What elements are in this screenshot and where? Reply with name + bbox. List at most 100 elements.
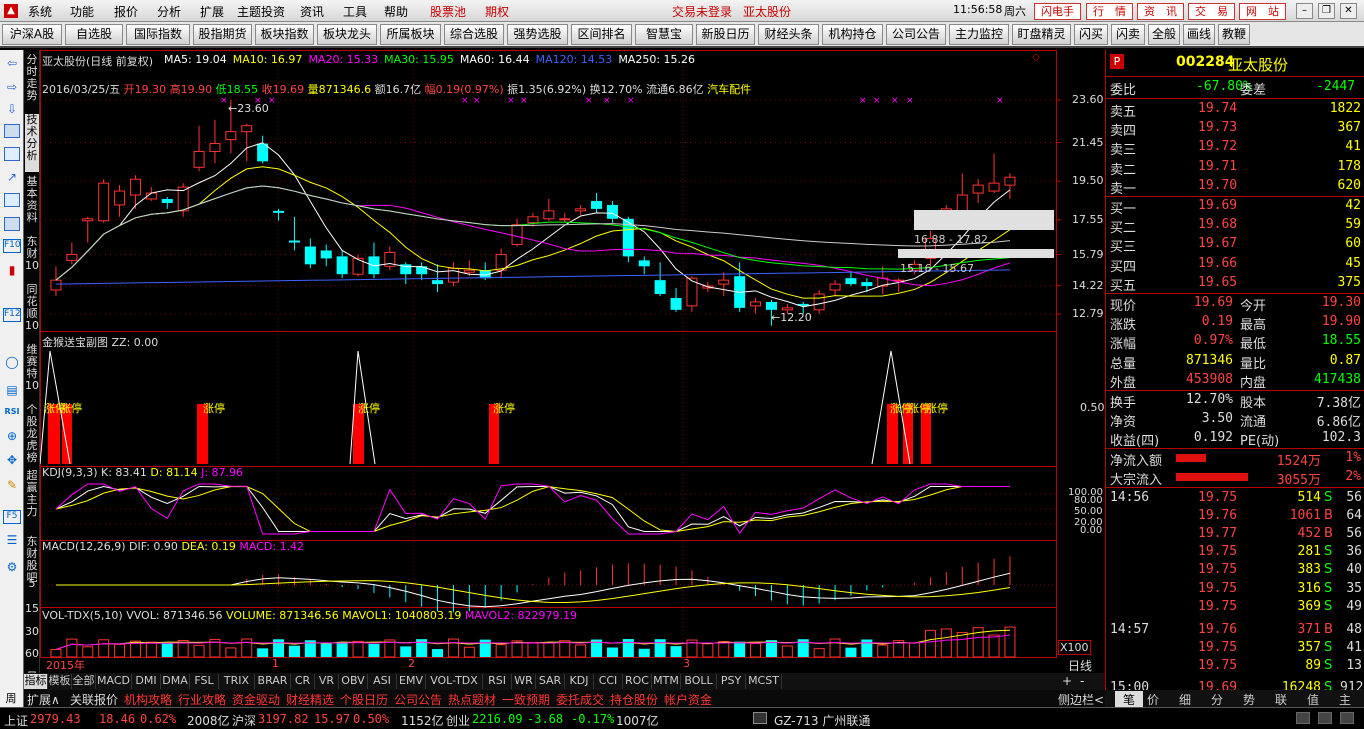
toolbar-button-sector-leader[interactable]: 板块龙头 <box>317 24 377 45</box>
close-icon[interactable]: ✕ <box>1340 3 1357 19</box>
arrow-down-icon[interactable]: ⇩ <box>4 102 20 116</box>
extension-tab[interactable]: 关联报价 <box>70 691 118 708</box>
candle-body[interactable] <box>66 253 78 261</box>
indicator-tab[interactable]: BRAR <box>255 674 291 689</box>
f5-icon[interactable]: F5 <box>3 510 21 524</box>
toolbar-button-institution[interactable]: 机构持仓 <box>822 24 883 45</box>
calculator-icon[interactable] <box>4 217 20 231</box>
indicator-tab[interactable]: FSL <box>190 674 219 689</box>
toolbar-button-main-monitor[interactable]: 主力监控 <box>949 24 1009 45</box>
menu-function[interactable]: 功能 <box>70 3 94 20</box>
tab-technical[interactable]: 技术分析 <box>25 114 39 172</box>
candle-body[interactable] <box>559 218 571 221</box>
candle-body[interactable] <box>98 182 110 222</box>
indicator-tab[interactable]: ROC <box>623 674 652 689</box>
quote-tab[interactable]: 细 <box>1179 691 1191 708</box>
restore-icon[interactable]: ❐ <box>1318 3 1335 19</box>
candle-body[interactable] <box>82 218 94 222</box>
indicator-tab[interactable]: PSY <box>717 674 746 689</box>
candle-body[interactable] <box>336 256 348 275</box>
sidebar-toggle[interactable]: 侧边栏< <box>1058 691 1104 708</box>
website-button[interactable]: 网 站 <box>1239 3 1286 20</box>
indicator-tab[interactable]: CR <box>291 674 315 689</box>
move-icon[interactable]: ✥ <box>4 453 20 467</box>
candle-body[interactable] <box>273 210 285 213</box>
extension-tab[interactable]: 一致预期 <box>502 691 550 708</box>
candle-body[interactable] <box>193 150 205 168</box>
server-label[interactable]: GZ-713 广州联通 <box>774 712 870 729</box>
candle-body[interactable] <box>209 143 221 152</box>
circle-icon[interactable]: ◯ <box>4 355 20 369</box>
extension-tab[interactable]: 个股日历 <box>340 691 388 708</box>
quote-tab[interactable]: 值 <box>1307 691 1319 708</box>
flash-trade-button[interactable]: 闪电手 <box>1034 3 1081 20</box>
quote-tab[interactable]: 联 <box>1275 691 1287 708</box>
candle-body[interactable] <box>972 184 984 194</box>
settings-icon[interactable]: ⚙ <box>4 560 20 574</box>
arrow-left-icon[interactable]: ⇦ <box>4 56 20 70</box>
indicator-tab[interactable]: WR <box>512 674 536 689</box>
extension-tab[interactable]: 财经精选 <box>286 691 334 708</box>
indicator-tab[interactable]: MACD <box>96 674 132 689</box>
candle-body[interactable] <box>845 278 857 285</box>
indicator-tab[interactable]: OBV <box>339 674 368 689</box>
toolbar-button-sector-index[interactable]: 板块指数 <box>255 24 314 45</box>
indicator-tab[interactable]: VOL-TDX <box>426 674 483 689</box>
menu-quote[interactable]: 报价 <box>114 3 138 20</box>
arrow-right-icon[interactable]: ⇨ <box>4 80 20 94</box>
candle-body[interactable] <box>543 210 555 220</box>
status-sh-label[interactable]: 上证 <box>4 712 28 729</box>
toolbar-button-intl-index[interactable]: 国际指数 <box>126 24 190 45</box>
period-label[interactable]: 日线 <box>1068 657 1092 674</box>
toolbar-button-headlines[interactable]: 财经头条 <box>758 24 819 45</box>
toolbar-button-announcements[interactable]: 公司公告 <box>886 24 946 45</box>
line-chart-icon[interactable]: ↗ <box>4 170 20 184</box>
menu-tools[interactable]: 工具 <box>343 3 367 20</box>
add-indicator-icon[interactable]: + <box>1062 674 1072 688</box>
indicator-tab[interactable]: 指标 <box>24 674 48 689</box>
indicator-tab[interactable]: TRIX <box>219 674 255 689</box>
pen-icon[interactable]: ✎ <box>4 478 20 492</box>
tab-ths-f10[interactable]: 同花顺10 <box>25 284 39 340</box>
candle-body[interactable] <box>988 182 1000 192</box>
candle-body[interactable] <box>432 280 444 285</box>
list-icon[interactable] <box>4 124 20 138</box>
toolbar-button-stock-screener[interactable]: 综合选股 <box>444 24 504 45</box>
menu-analysis[interactable]: 分析 <box>157 3 181 20</box>
extension-tab[interactable]: 帐户资金 <box>664 691 712 708</box>
candle-body[interactable] <box>161 198 173 203</box>
menu-news[interactable]: 资讯 <box>300 3 324 20</box>
period-30min[interactable]: 30 <box>25 626 39 640</box>
candle-body[interactable] <box>129 178 141 196</box>
indicator-tab[interactable]: DMI <box>132 674 161 689</box>
extension-tab[interactable]: 委托成交 <box>556 691 604 708</box>
minimize-icon[interactable]: – <box>1296 3 1313 19</box>
extension-tab[interactable]: 持仓股份 <box>610 691 658 708</box>
candle-body[interactable] <box>718 279 730 285</box>
candle-body[interactable] <box>606 204 618 219</box>
tab-intraday[interactable]: 分时走势 <box>25 54 39 110</box>
chart-area[interactable]: × × × × × × × × × × × × × × × 亚太股份(日线 前复权) MA5: 19.04 M… <box>40 50 1105 690</box>
f12-icon[interactable]: F12 <box>3 308 21 322</box>
candle-body[interactable] <box>50 279 62 291</box>
extension-tab[interactable]: 机构攻略 <box>124 691 172 708</box>
zoom-icon[interactable]: ⊕ <box>4 429 20 443</box>
candle-body[interactable] <box>241 125 253 133</box>
chart-svg[interactable]: × × × × × × × × × × × × × × × <box>40 50 1105 690</box>
market-button[interactable]: 行 情 <box>1086 3 1133 20</box>
candle-body[interactable] <box>638 260 650 267</box>
indicator-tab[interactable]: VR <box>315 674 339 689</box>
indicator-tab[interactable]: DMA <box>161 674 190 689</box>
tab-eastmoney-f10[interactable]: 东财10 <box>25 236 39 280</box>
toolbar-button-pointer[interactable]: 教鞭 <box>1218 24 1250 45</box>
tab-super-main[interactable]: 超赢主力 <box>25 470 39 532</box>
candle-body[interactable] <box>765 301 777 310</box>
candle-icon[interactable]: ▮ <box>4 263 20 277</box>
indicator-tab[interactable]: CCI <box>594 674 623 689</box>
toolbar-button-index-futures[interactable]: 股指期货 <box>193 24 252 45</box>
indicator-tab[interactable]: MTM <box>652 674 681 689</box>
extension-tab[interactable]: 行业攻略 <box>178 691 226 708</box>
extension-tab[interactable]: 资金驱动 <box>232 691 280 708</box>
toolbar-button-flash-buy[interactable]: 闪买 <box>1074 24 1108 45</box>
tab-fundamentals[interactable]: 基本资料 <box>25 176 39 232</box>
